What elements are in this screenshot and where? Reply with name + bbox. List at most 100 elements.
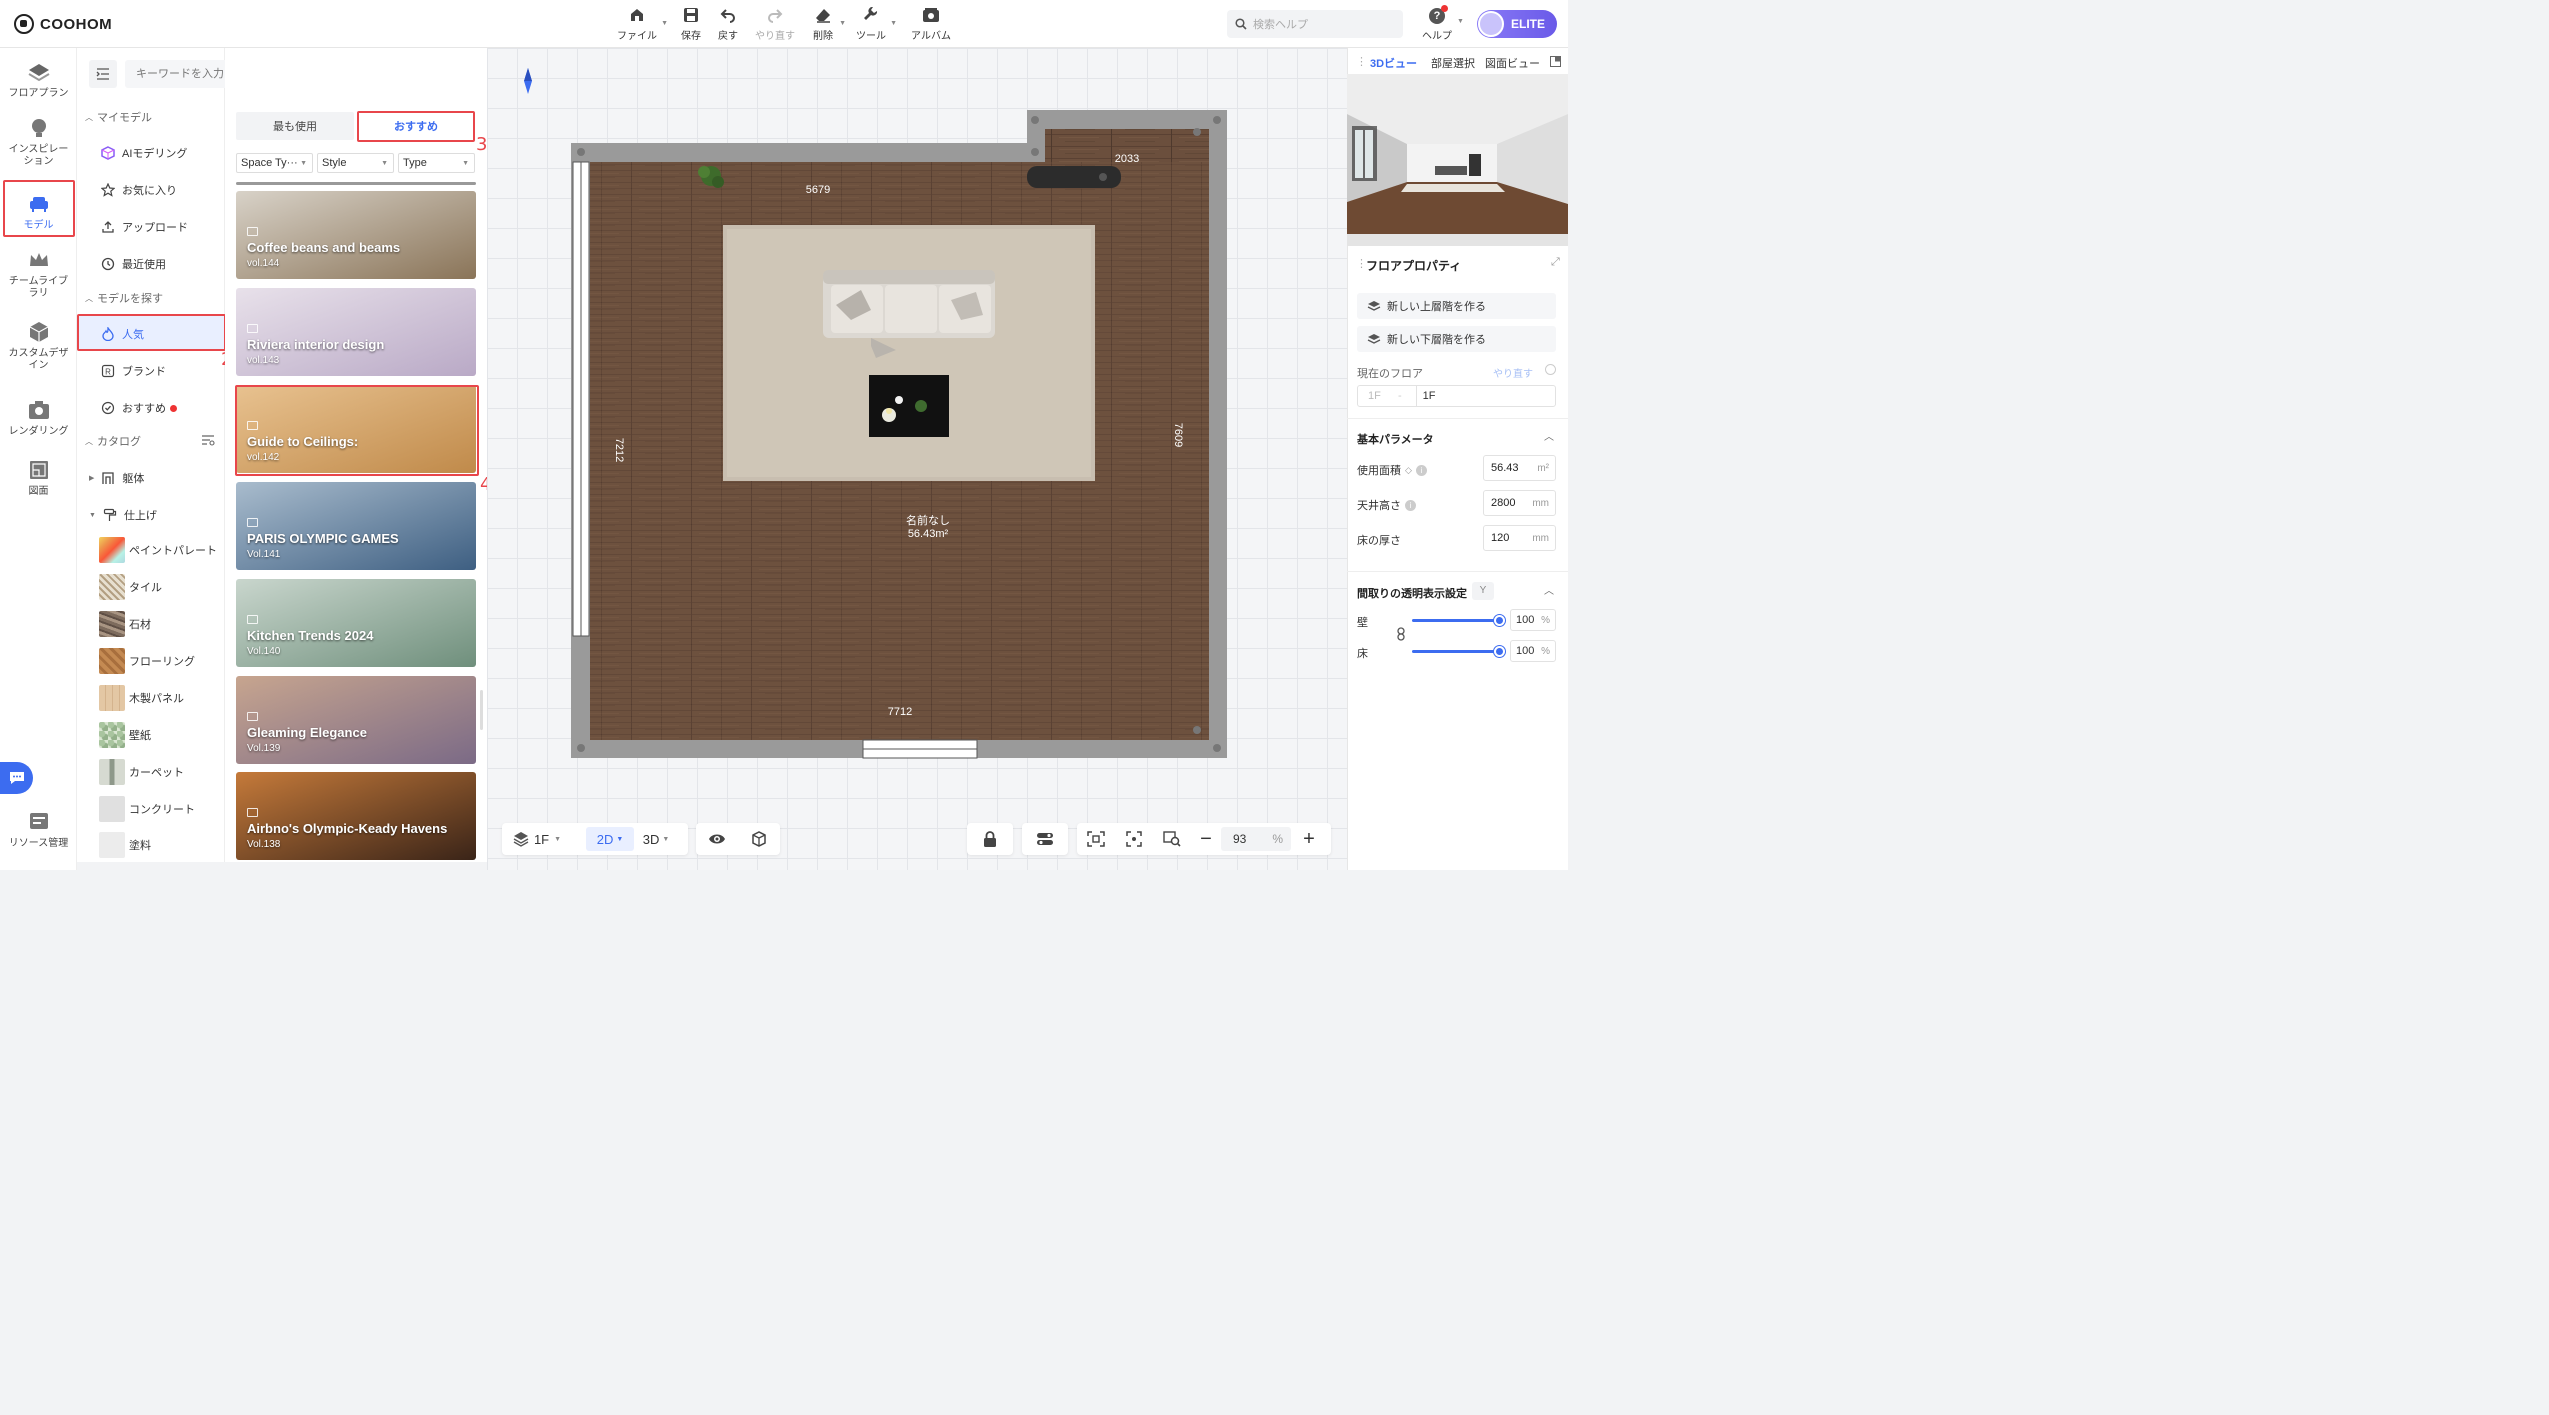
rail-floorplan[interactable]: フロアプラン: [0, 60, 77, 100]
my-models-header[interactable]: ︿ マイモデル: [85, 109, 152, 125]
info-icon[interactable]: i: [1415, 464, 1427, 476]
cat-recommended[interactable]: おすすめ: [101, 400, 177, 416]
cat-ai-modeling[interactable]: AIモデリング: [101, 145, 187, 161]
wall-opacity-input[interactable]: 100 %: [1510, 609, 1556, 631]
tex-stone[interactable]: 石材: [99, 611, 151, 637]
chat-button[interactable]: [0, 762, 33, 794]
help-search-input[interactable]: 検索ヘルプ: [1227, 10, 1403, 38]
fit-view-button[interactable]: [1077, 823, 1115, 855]
tab-drawing-view[interactable]: 図面ビュー: [1485, 55, 1540, 71]
tex-flooring[interactable]: フローリング: [99, 648, 195, 674]
catalog-header[interactable]: ︿ カタログ: [85, 433, 141, 449]
style-dropdown[interactable]: Style ▼: [317, 153, 394, 173]
sort-icon[interactable]: ◇: [1405, 465, 1412, 476]
redo-button[interactable]: やり直す: [754, 6, 796, 42]
tex-concrete[interactable]: コンクリート: [99, 796, 195, 822]
rail-team-library[interactable]: チームライブラリ: [0, 248, 77, 300]
rail-rendering[interactable]: レンダリング: [0, 398, 77, 438]
magazine-card[interactable]: PARIS OLYMPIC GAMES Vol.141: [236, 482, 476, 570]
tab-room-select[interactable]: 部屋選択: [1431, 55, 1475, 71]
corner-node[interactable]: [1193, 726, 1201, 734]
find-models-header[interactable]: ︿ モデルを探す: [85, 290, 163, 306]
account-badge[interactable]: ELITE: [1477, 10, 1557, 38]
zoom-out-button[interactable]: −: [1191, 823, 1221, 855]
coohom-logo[interactable]: COOHOM: [14, 12, 112, 36]
rail-inspiration[interactable]: インスピレーション: [0, 116, 77, 168]
redo-link[interactable]: やり直す: [1493, 365, 1533, 380]
tex-carpet[interactable]: カーペット: [99, 759, 184, 785]
link-chain-icon[interactable]: [1396, 627, 1406, 641]
magazine-card[interactable]: Airbno's Olympic-Keady Havens Vol.138: [236, 772, 476, 860]
3d-preview[interactable]: [1347, 74, 1568, 246]
slider-handle[interactable]: [1494, 646, 1505, 657]
space-type-dropdown[interactable]: Space Ty··· ▼: [236, 153, 313, 173]
current-floor-field[interactable]: 1F - 1F: [1357, 385, 1556, 407]
magazine-card[interactable]: Riviera interior design vol.143: [236, 288, 476, 376]
corner-node[interactable]: [1213, 116, 1221, 124]
tex-tile[interactable]: タイル: [99, 574, 162, 600]
view-3d-button[interactable]: 3D ▼: [634, 823, 678, 855]
drag-handle-icon[interactable]: ⋮: [1356, 55, 1367, 68]
collapse-menu-button[interactable]: [89, 60, 117, 88]
floor-opacity-input[interactable]: 100 %: [1510, 640, 1556, 662]
tab-most-used[interactable]: 最も使用: [236, 112, 354, 140]
zoom-region-button[interactable]: [1153, 823, 1191, 855]
expand-window-icon[interactable]: [1550, 56, 1561, 67]
eye-icon[interactable]: [708, 832, 726, 846]
zoom-input[interactable]: 93 %: [1221, 827, 1291, 851]
new-upper-floor-button[interactable]: 新しい上層階を作る: [1357, 293, 1556, 319]
floor-plan[interactable]: 5679 2033 7212 7609 7712 名前なし 56.43m²: [571, 110, 1231, 760]
delete-menu[interactable]: 削除 ▼: [810, 6, 846, 42]
floor-selector[interactable]: 1F ▼: [502, 823, 572, 855]
tab-3d-view[interactable]: 3Dビュー: [1370, 55, 1417, 71]
corner-node[interactable]: [577, 744, 585, 752]
magazine-card[interactable]: Gleaming Elegance Vol.139: [236, 676, 476, 764]
expand-icon[interactable]: ⤢: [1551, 256, 1560, 269]
zoom-in-button[interactable]: +: [1291, 823, 1327, 855]
floor-value-input[interactable]: 1F: [1415, 386, 1555, 406]
corner-node[interactable]: [1031, 148, 1039, 156]
area-input[interactable]: 56.43 m²: [1483, 455, 1556, 481]
cat-brand[interactable]: R ブランド: [101, 363, 166, 379]
lock-icon[interactable]: [983, 831, 997, 847]
corner-node[interactable]: [1031, 116, 1039, 124]
undo-button[interactable]: 戻す: [715, 6, 741, 42]
room-name[interactable]: 名前なし: [906, 513, 950, 527]
cat-structure[interactable]: ▶ 躯体: [89, 470, 144, 486]
album-button[interactable]: アルバム: [909, 6, 953, 42]
magazine-card[interactable]: Coffee beans and beams vol.144: [236, 191, 476, 279]
save-button[interactable]: 保存: [678, 6, 704, 42]
help-button[interactable]: ? ヘルプ: [1420, 5, 1454, 42]
rail-resource-management[interactable]: リソース管理: [0, 810, 77, 850]
tex-paint[interactable]: 塗料: [99, 832, 151, 858]
design-canvas[interactable]: 5679 2033 7212 7609 7712 名前なし 56.43m²: [487, 48, 1347, 870]
cat-favorites[interactable]: お気に入り: [101, 182, 177, 198]
toggle-settings-icon[interactable]: [1036, 832, 1054, 846]
ceiling-height-input[interactable]: 2800 mm: [1483, 490, 1556, 516]
file-menu[interactable]: ファイル ▼: [616, 6, 668, 42]
tex-wood-panel[interactable]: 木製パネル: [99, 685, 184, 711]
corner-node[interactable]: [1213, 744, 1221, 752]
cat-recent[interactable]: 最近使用: [101, 256, 166, 272]
corner-node[interactable]: [577, 148, 585, 156]
chevron-up-icon[interactable]: ︿: [1544, 582, 1554, 597]
cat-finishing[interactable]: ▼ 仕上げ: [89, 507, 157, 523]
magazine-card[interactable]: Kitchen Trends 2024 Vol.140: [236, 579, 476, 667]
wall-opacity-slider[interactable]: [1412, 615, 1505, 626]
rail-drawings[interactable]: 図面: [0, 458, 77, 498]
slider-handle[interactable]: [1494, 615, 1505, 626]
new-lower-floor-button[interactable]: 新しい下層階を作る: [1357, 326, 1556, 352]
list-scrollbar[interactable]: [480, 690, 483, 730]
info-icon[interactable]: i: [1405, 499, 1416, 511]
tex-wallpaper[interactable]: 壁紙: [99, 722, 151, 748]
focus-button[interactable]: [1115, 823, 1153, 855]
tv-console[interactable]: [1027, 166, 1121, 188]
tex-paint-palette[interactable]: ペイントパレート: [99, 537, 217, 563]
compass-icon[interactable]: [523, 68, 533, 94]
floor-opacity-slider[interactable]: [1412, 646, 1505, 657]
corner-node[interactable]: [1193, 128, 1201, 136]
type-dropdown[interactable]: Type ▼: [398, 153, 475, 173]
tools-menu[interactable]: ツール ▼: [855, 6, 897, 42]
coffee-table[interactable]: [869, 375, 949, 437]
chevron-up-icon[interactable]: ︿: [1544, 428, 1554, 443]
